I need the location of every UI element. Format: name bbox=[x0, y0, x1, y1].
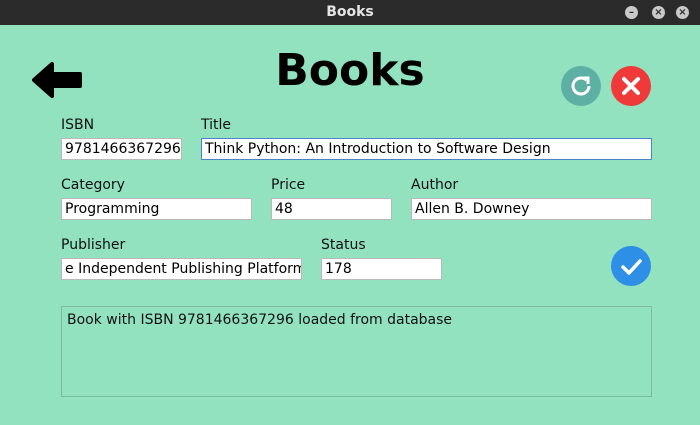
isbn-field[interactable]: 9781466367296 bbox=[61, 138, 182, 160]
status-label: Status bbox=[321, 237, 366, 253]
isbn-label: ISBN bbox=[61, 117, 95, 133]
window-titlebar: Books – × × bbox=[0, 0, 700, 25]
window-title: Books bbox=[326, 4, 374, 20]
checkmark-icon bbox=[621, 259, 642, 275]
title-label: Title bbox=[201, 117, 232, 133]
output-area[interactable]: Book with ISBN 9781466367296 loaded from… bbox=[61, 306, 652, 397]
category-field[interactable]: Programming bbox=[61, 198, 252, 220]
title-field[interactable]: Think Python: An Introduction to Softwar… bbox=[201, 138, 652, 160]
refresh-button[interactable] bbox=[561, 66, 601, 106]
author-label: Author bbox=[411, 177, 459, 193]
publisher-field[interactable]: e Independent Publishing Platform bbox=[61, 258, 302, 280]
status-field[interactable]: 178 bbox=[321, 258, 442, 280]
status-message: Book with ISBN 9781466367296 loaded from… bbox=[67, 312, 453, 328]
price-field[interactable]: 48 bbox=[271, 198, 392, 220]
publisher-label: Publisher bbox=[61, 237, 126, 253]
close-icon bbox=[622, 77, 640, 95]
maximize-icon[interactable]: × bbox=[652, 6, 665, 19]
refresh-icon bbox=[571, 76, 591, 96]
confirm-button[interactable] bbox=[611, 246, 651, 286]
window-close-icon[interactable]: × bbox=[676, 6, 689, 19]
minimize-icon[interactable]: – bbox=[625, 6, 638, 19]
price-label: Price bbox=[271, 177, 306, 193]
close-button[interactable] bbox=[611, 66, 651, 106]
author-field[interactable]: Allen B. Downey bbox=[411, 198, 652, 220]
category-label: Category bbox=[61, 177, 125, 193]
